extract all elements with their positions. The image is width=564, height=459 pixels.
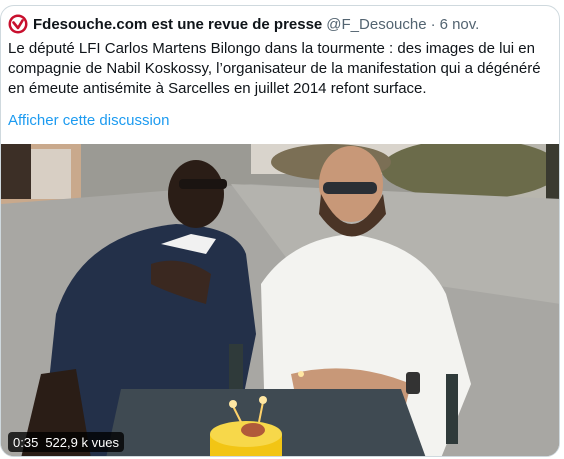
tweet-header: Fdesouche.com est une revue de presse @F… xyxy=(8,13,479,35)
tweet-date[interactable]: 6 nov. xyxy=(440,16,480,33)
video-player[interactable] xyxy=(1,144,559,456)
author-name[interactable]: Fdesouche.com est une revue de presse xyxy=(33,16,322,33)
tweet-card[interactable]: Fdesouche.com est une revue de presse @F… xyxy=(0,5,560,457)
show-thread-link[interactable]: Afficher cette discussion xyxy=(8,112,169,129)
video-views: 522,9 k vues xyxy=(45,434,120,450)
video-thumbnail xyxy=(1,144,559,456)
video-info-badge: 0:35 522,9 k vues xyxy=(8,432,125,452)
tweet-text-line: Le député LFI Carlos Martens Bilongo dan… xyxy=(8,40,535,57)
tweet-text-line: en émeute antisémite à Sarcelles en juil… xyxy=(8,80,427,97)
separator-dot: · xyxy=(430,15,436,33)
tweet-text-line: compagnie de Nabil Koskossy, l’organisat… xyxy=(8,60,541,77)
tweet-text: Le député LFI Carlos Martens Bilongo dan… xyxy=(8,39,553,99)
video-duration: 0:35 xyxy=(13,434,39,450)
fdesouche-logo-icon[interactable] xyxy=(8,14,28,34)
author-handle[interactable]: @F_Desouche xyxy=(326,16,426,33)
